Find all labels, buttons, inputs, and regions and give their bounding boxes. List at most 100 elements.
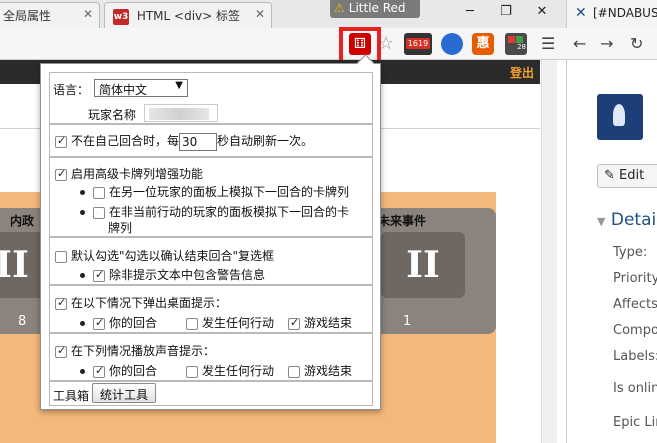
issue-pane: ✎ Edit ▼ Detai Type: Priority: Affects C…: [566, 60, 657, 443]
desktop-alert-label: 在以下情况下弹出桌面提示：: [71, 296, 228, 310]
globe-extension-icon[interactable]: [441, 33, 463, 55]
desktop-alert-section: 在以下情况下弹出桌面提示： 你的回合 发生任何行动 游戏结束: [49, 285, 373, 333]
edit-button[interactable]: ✎ Edit: [597, 164, 657, 188]
reload-icon[interactable]: ↻: [630, 34, 643, 53]
desktop-alert-checkbox[interactable]: [55, 296, 67, 310]
field-labels: Labels:: [613, 349, 657, 364]
refresh-prefix: 不在自己回合时，每: [71, 134, 180, 148]
chevron-down-icon: ▼: [597, 215, 606, 228]
card-label-future-events: 未来事件: [378, 214, 427, 228]
language-label: 语言：: [53, 83, 90, 97]
confirm-section: 默认勾选"勾选以确认结束回合"复选框 除非提示文本中包含警告信息: [49, 237, 373, 285]
refresh-checkbox[interactable]: [55, 134, 67, 148]
second-window-tab[interactable]: ✕ [#NDABUS: [566, 0, 657, 28]
bullet-icon: [80, 321, 85, 326]
option-label: 你的回合: [109, 364, 158, 378]
logout-link[interactable]: 登出: [510, 64, 534, 81]
advanced-row: 启用高级卡牌列增强功能: [55, 165, 203, 182]
sound-alert-checkbox[interactable]: [55, 344, 67, 358]
card-count: 1: [403, 314, 412, 329]
profile-badge[interactable]: ⚠ Little Red: [330, 0, 420, 18]
desktop-alert-options: 游戏结束: [288, 314, 352, 331]
advanced-option-label-wrap: 牌列: [108, 221, 133, 235]
language-select[interactable]: 简体中文 ▼: [94, 79, 188, 97]
menu-icon[interactable]: ☰: [541, 34, 555, 53]
advanced-option-label: 在另一位玩家的面板上模拟下一回合的卡牌列: [109, 185, 350, 199]
counter-extension-icon[interactable]: 1619: [404, 33, 432, 55]
confirm-option-label: 除非提示文本中包含警告信息: [109, 268, 266, 282]
desktop-alert-options: 你的回合: [80, 314, 157, 331]
tab-title: HTML <div> 标签: [136, 9, 241, 23]
desktop-alert-row: 在以下情况下弹出桌面提示：: [55, 294, 227, 311]
general-section: 语言： 简体中文 ▼ 玩家名称: [49, 72, 373, 124]
hui-extension-icon[interactable]: 惠: [472, 33, 494, 55]
profile-name: Little Red: [348, 1, 406, 15]
tab-html-div[interactable]: w3 HTML <div> 标签 ✕: [104, 2, 272, 28]
page-scrollbar[interactable]: [541, 60, 557, 443]
back-arrow-icon[interactable]: ←: [573, 34, 586, 53]
sound-alert-options: 你的回合: [80, 362, 157, 379]
simulate-other-player-checkbox[interactable]: [93, 186, 105, 199]
player-name-label: 玩家名称: [88, 108, 137, 122]
field-affects: Affects: [613, 297, 657, 312]
field-type: Type:: [613, 245, 648, 260]
option-label: 游戏结束: [304, 364, 353, 378]
second-window-title: [#NDABUS: [593, 6, 657, 20]
sound-your-turn-checkbox[interactable]: [93, 364, 105, 378]
unless-warning-checkbox[interactable]: [93, 268, 105, 282]
details-heading[interactable]: ▼ Detai: [597, 210, 656, 230]
option-label: 发生任何行动: [202, 364, 275, 378]
warning-icon: ⚠: [334, 1, 345, 15]
minimize-icon[interactable]: ─: [460, 4, 480, 19]
refresh-suffix: 秒自动刷新一次。: [217, 134, 314, 148]
sound-alert-row: 在下列情况播放声音提示：: [55, 342, 215, 359]
desktop-your-turn-checkbox[interactable]: [93, 316, 105, 330]
advanced-option-label: 在非当前行动的玩家的面板模拟下一回合的卡: [109, 205, 350, 219]
language-value: 简体中文: [99, 83, 148, 97]
pencil-icon: ✎: [604, 168, 615, 183]
simulate-inactive-player-checkbox[interactable]: [93, 206, 105, 219]
toolbox-label: 工具箱: [53, 389, 90, 403]
field-component: Compor: [613, 323, 657, 338]
settings-popup: 语言： 简体中文 ▼ 玩家名称 不在自己回合时，每30秒自动刷新一次。 启用高级…: [40, 63, 381, 410]
card-future-events[interactable]: II: [381, 232, 465, 298]
refresh-row: 不在自己回合时，每30秒自动刷新一次。: [55, 132, 313, 151]
sound-alert-options: 发生任何行动: [186, 362, 274, 379]
close-icon[interactable]: ✕: [255, 7, 265, 21]
forward-arrow-icon[interactable]: →: [600, 34, 613, 53]
toolbox-section: 工具箱 统计工具: [49, 381, 373, 406]
restore-icon[interactable]: ❐: [496, 4, 516, 19]
project-avatar: [597, 94, 643, 140]
edit-button-label: Edit: [619, 168, 645, 183]
desktop-alert-options: 发生任何行动: [186, 314, 274, 331]
desktop-any-action-checkbox[interactable]: [186, 317, 198, 330]
option-label: 发生任何行动: [202, 316, 275, 330]
grid-extension-icon[interactable]: 28: [505, 33, 527, 55]
desktop-game-end-checkbox[interactable]: [288, 316, 300, 330]
field-priority: Priority:: [613, 271, 657, 286]
option-label: 游戏结束: [304, 316, 353, 330]
close-window-icon[interactable]: ✕: [532, 4, 552, 19]
bullet-icon: [80, 190, 85, 195]
confirm-label: 默认勾选"勾选以确认结束回合"复选框: [71, 249, 275, 263]
sound-game-end-checkbox[interactable]: [288, 365, 300, 378]
close-icon[interactable]: ✕: [83, 7, 93, 21]
player-name-field[interactable]: [144, 104, 218, 122]
advanced-option-row: 在非当前行动的玩家的面板模拟下一回合的卡: [80, 203, 349, 220]
advanced-label: 启用高级卡牌列增强功能: [71, 167, 204, 181]
advanced-checkbox[interactable]: [55, 167, 67, 181]
sound-any-action-checkbox[interactable]: [186, 365, 198, 378]
card-glyph: II: [406, 244, 440, 286]
advanced-section: 启用高级卡牌列增强功能 在另一位玩家的面板上模拟下一回合的卡牌列 在非当前行动的…: [49, 157, 373, 237]
confirm-row: 默认勾选"勾选以确认结束回合"复选框: [55, 247, 274, 264]
confirm-end-turn-checkbox[interactable]: [55, 250, 67, 263]
browser-toolbar: ⚅ ☆ 1619 惠 28 ☰ ← → ↻: [0, 28, 657, 60]
bullet-icon: [80, 369, 85, 374]
field-epic-link: Epic Lin: [613, 415, 657, 430]
advanced-option-row: 在另一位玩家的面板上模拟下一回合的卡牌列: [80, 183, 349, 200]
tab-global-attributes[interactable]: 全局属性 ✕: [0, 2, 100, 28]
browser-tab-bar: 全局属性 ✕ w3 HTML <div> 标签 ✕ ⚠ Little Red ─ …: [0, 0, 657, 28]
refresh-seconds-input[interactable]: 30: [179, 132, 218, 151]
sound-alert-section: 在下列情况播放声音提示： 你的回合 发生任何行动 游戏结束: [49, 333, 373, 381]
stats-tool-button[interactable]: 统计工具: [92, 383, 157, 403]
